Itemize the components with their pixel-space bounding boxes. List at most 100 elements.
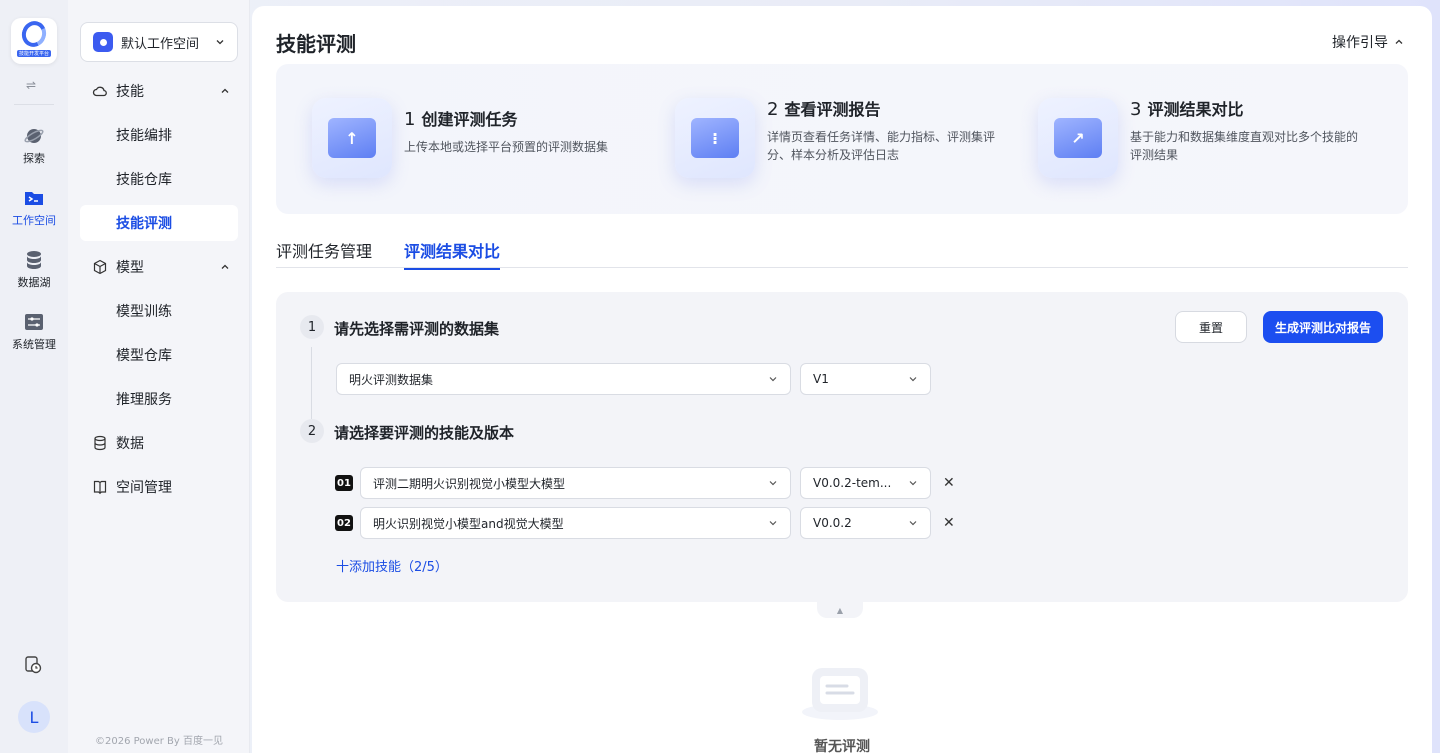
skill-index-badge: 01 xyxy=(335,475,353,491)
dataset-version-value: V1 xyxy=(813,372,829,386)
add-skill-button[interactable]: 十添加技能（2/5） xyxy=(336,556,448,575)
sidebar-item-label: 空间管理 xyxy=(116,480,172,496)
sidebar-item-models[interactable]: 模型 xyxy=(80,249,238,285)
app-logo[interactable]: 技能开发平台 xyxy=(11,17,57,64)
chevron-down-icon xyxy=(909,481,917,486)
step-title: 创建评测任务 xyxy=(421,110,518,129)
sidebar-item-model-training[interactable]: 模型训练 xyxy=(80,293,238,329)
guide-step-report: ⁝ 2 查看评测报告 详情页查看任务详情、能力指标、评测集评分、样本分析及评估日志 xyxy=(675,98,999,178)
cloud-icon xyxy=(92,83,108,99)
rail-item-workspace[interactable]: 工作空间 xyxy=(0,188,68,228)
sidebar-item-label: 数据 xyxy=(116,436,144,452)
sidebar-item-skill-orchestration[interactable]: 技能编排 xyxy=(80,117,238,153)
generate-report-button[interactable]: 生成评测比对报告 xyxy=(1263,311,1383,343)
guide-step-create: ↑ 1 创建评测任务 上传本地或选择平台预置的评测数据集 xyxy=(312,98,636,178)
logo-ring-icon xyxy=(18,17,50,51)
guide-step-compare: ↗ 3 评测结果对比 基于能力和数据集维度直观对比多个技能的评测结果 xyxy=(1038,98,1362,178)
sidebar-item-skills[interactable]: 技能 xyxy=(80,73,238,109)
avatar[interactable]: L xyxy=(18,701,50,733)
reset-button[interactable]: 重置 xyxy=(1175,311,1247,343)
tab-task-management[interactable]: 评测任务管理 xyxy=(276,238,372,262)
dataset-value: 明火评测数据集 xyxy=(349,372,434,387)
trend-chart-icon: ↗ xyxy=(1038,98,1118,178)
terminal-folder-icon xyxy=(24,188,44,208)
chevron-down-icon xyxy=(769,481,777,486)
step-number: 2 xyxy=(300,419,324,443)
empty-state-icon xyxy=(800,666,880,726)
sidebar-item-data[interactable]: 数据 xyxy=(80,425,238,461)
swap-icon[interactable]: ⇌ xyxy=(26,78,36,92)
empty-state-text: 暂无评测 xyxy=(814,739,870,753)
rail-item-label: 探索 xyxy=(23,152,45,165)
planet-icon xyxy=(24,126,44,146)
sidebar-item-label: 技能编排 xyxy=(116,128,172,144)
collapse-toggle[interactable]: ▲ xyxy=(817,602,863,618)
report-folder-icon: ⁝ xyxy=(675,98,755,178)
sidebar-item-inference[interactable]: 推理服务 xyxy=(80,381,238,417)
sidebar-item-label: 模型仓库 xyxy=(116,348,172,364)
chevron-down-icon xyxy=(769,377,777,382)
dataset-version-select[interactable]: V1 xyxy=(800,363,931,395)
guide-toggle[interactable]: 操作引导 xyxy=(1332,32,1404,52)
main-panel: 技能评测 操作引导 ↑ 1 创建评测任务 上传本地或选择平台预置的评测数据集 ⁝ … xyxy=(252,6,1432,753)
sidebar: 默认工作空间 技能 技能编排 技能仓库 技能评测 模型 模型训练 模型仓库 推理… xyxy=(68,0,250,753)
step-desc: 详情页查看任务详情、能力指标、评测集评分、样本分析及评估日志 xyxy=(767,130,996,162)
cube-icon xyxy=(92,259,108,275)
skill-version-select[interactable]: V0.0.2 xyxy=(800,507,931,539)
user-icon xyxy=(93,32,113,52)
skill-version-select[interactable]: V0.0.2-tem... xyxy=(800,467,931,499)
step-number: 2 xyxy=(767,99,779,120)
remove-skill-icon[interactable]: ✕ xyxy=(943,475,955,491)
sidebar-item-label: 模型 xyxy=(116,260,144,276)
step1-title: 请先选择需评测的数据集 xyxy=(334,320,500,338)
compare-form: 1 请先选择需评测的数据集 重置 生成评测比对报告 明火评测数据集 V1 2 请… xyxy=(276,292,1408,602)
step-desc: 基于能力和数据集维度直观对比多个技能的评测结果 xyxy=(1130,130,1359,162)
dataset-select[interactable]: 明火评测数据集 xyxy=(336,363,791,395)
upload-folder-icon: ↑ xyxy=(312,98,392,178)
settings-panel-icon xyxy=(24,312,44,332)
rail-item-label: 数据湖 xyxy=(17,276,51,289)
remove-skill-icon[interactable]: ✕ xyxy=(943,515,955,531)
triangle-up-icon: ▲ xyxy=(836,605,844,615)
sidebar-item-skill-repo[interactable]: 技能仓库 xyxy=(80,161,238,197)
nav-rail: 技能开发平台 ⇌ 探索 工作空间 数据湖 系统管理 L xyxy=(0,0,68,753)
skill-version-value: V0.0.2 xyxy=(813,516,852,530)
chevron-down-icon xyxy=(909,521,917,526)
rail-item-datalake[interactable]: 数据湖 xyxy=(0,250,68,290)
chevron-up-icon xyxy=(221,264,229,269)
chevron-down-icon xyxy=(909,377,917,382)
skill-select[interactable]: 评测二期明火识别视觉小模型大模型 xyxy=(360,467,791,499)
step2-title: 请选择要评测的技能及版本 xyxy=(334,424,515,442)
step-number: 3 xyxy=(1130,99,1142,120)
workspace-selector[interactable]: 默认工作空间 xyxy=(80,22,238,62)
logo-caption: 技能开发平台 xyxy=(16,50,51,57)
step-number: 1 xyxy=(300,315,324,339)
skill-index-badge: 02 xyxy=(335,515,353,531)
chevron-up-icon xyxy=(221,88,229,93)
task-clock-icon[interactable] xyxy=(24,656,42,674)
guide-label: 操作引导 xyxy=(1332,35,1388,51)
chevron-down-icon xyxy=(216,40,224,45)
workspace-name: 默认工作空间 xyxy=(121,36,200,52)
sidebar-item-label: 推理服务 xyxy=(116,392,172,408)
rail-item-explore[interactable]: 探索 xyxy=(0,126,68,166)
database-icon xyxy=(24,250,44,270)
sidebar-item-skill-eval[interactable]: 技能评测 xyxy=(80,205,238,241)
database-icon xyxy=(92,435,108,451)
step-title: 评测结果对比 xyxy=(1147,100,1244,119)
book-icon xyxy=(92,479,108,495)
skill-value: 评测二期明火识别视觉小模型大模型 xyxy=(373,476,566,491)
guide-steps: ↑ 1 创建评测任务 上传本地或选择平台预置的评测数据集 ⁝ 2 查看评测报告 详情… xyxy=(276,64,1408,214)
rail-item-system[interactable]: 系统管理 xyxy=(0,312,68,352)
tab-bar: 评测任务管理 评测结果对比 xyxy=(276,234,1408,270)
sidebar-item-space-admin[interactable]: 空间管理 xyxy=(80,469,238,505)
sidebar-item-model-repo[interactable]: 模型仓库 xyxy=(80,337,238,373)
skill-value: 明火识别视觉小模型and视觉大模型 xyxy=(373,516,564,531)
page-title: 技能评测 xyxy=(276,32,356,56)
step-title: 查看评测报告 xyxy=(784,100,881,119)
tab-result-compare[interactable]: 评测结果对比 xyxy=(404,238,501,270)
step-desc: 上传本地或选择平台预置的评测数据集 xyxy=(404,140,609,154)
skill-select[interactable]: 明火识别视觉小模型and视觉大模型 xyxy=(360,507,791,539)
sidebar-item-label: 技能仓库 xyxy=(116,172,172,188)
rail-divider xyxy=(14,104,54,105)
